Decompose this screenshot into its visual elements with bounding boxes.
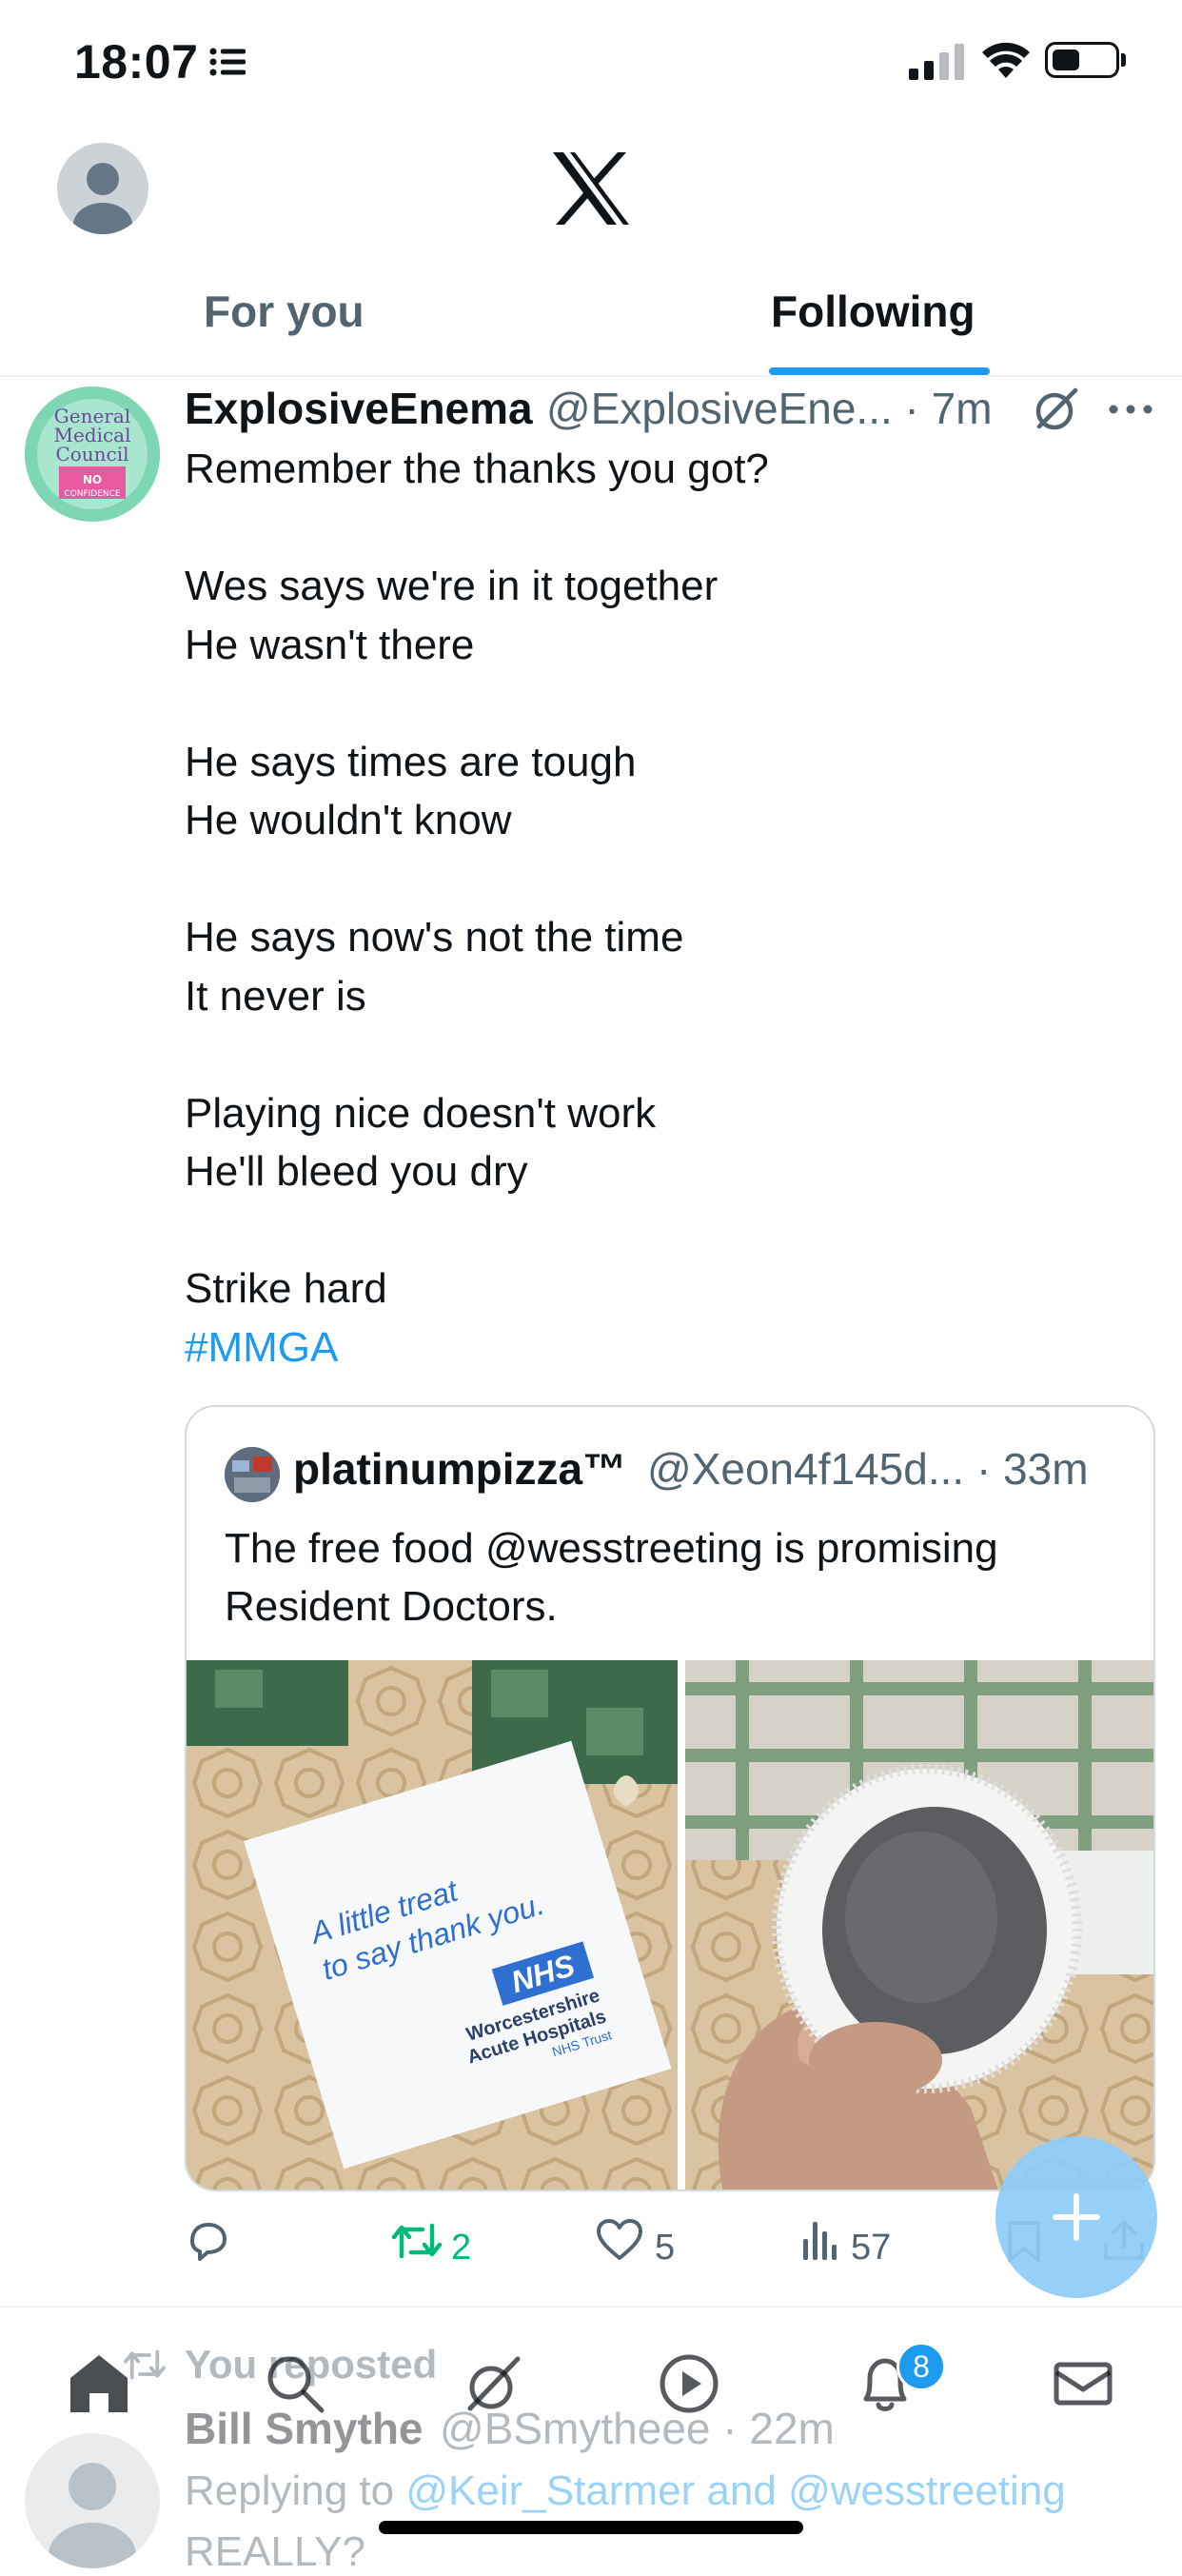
more-options-icon[interactable] xyxy=(1108,404,1153,415)
reply-icon xyxy=(190,2223,227,2261)
next-tweet-avatar[interactable] xyxy=(25,2433,160,2568)
like-count: 5 xyxy=(655,2228,676,2268)
replying-prefix: Replying to xyxy=(185,2467,395,2514)
tweet-author-name[interactable]: ExplosiveEnema xyxy=(185,383,533,434)
divider xyxy=(0,375,1182,377)
cell-signal-icon xyxy=(909,44,964,80)
repost-icon xyxy=(391,2223,443,2259)
quoted-time: · 33m xyxy=(975,1444,1089,1494)
media-icon[interactable] xyxy=(657,2351,721,2416)
home-icon[interactable] xyxy=(67,2351,131,2416)
battery-icon xyxy=(1045,42,1119,78)
views-icon xyxy=(803,2222,837,2260)
tweet-author-handle[interactable]: @ExplosiveEne... · 7m xyxy=(546,383,993,434)
tweet-author-avatar[interactable]: General Medical Council NO CONFIDENCE xyxy=(25,386,160,522)
quoted-author-name: platinumpizza™ xyxy=(293,1444,627,1494)
messages-icon[interactable] xyxy=(1051,2351,1115,2416)
thank-you-card-photo: A little treat to say thank you. NHS Wor… xyxy=(187,1660,678,2190)
tab-following[interactable]: Following xyxy=(771,286,975,337)
compose-button[interactable] xyxy=(995,2136,1157,2298)
views-button[interactable]: 57 xyxy=(801,2218,891,2271)
status-time: 18:07 xyxy=(74,35,199,89)
quoted-avatar-art xyxy=(225,1447,280,1502)
tweet-text: Remember the thanks you got? Wes says we… xyxy=(185,440,1136,1377)
quoted-author-avatar xyxy=(225,1447,280,1502)
hashtag-link[interactable]: #MMGA xyxy=(185,1324,338,1371)
tab-for-you[interactable]: For you xyxy=(204,286,364,337)
next-tweet-time: · 22m xyxy=(722,2404,835,2453)
avatar-line-4: NO xyxy=(83,473,102,486)
battery-nub xyxy=(1121,53,1126,67)
media-image-teabag[interactable] xyxy=(685,1660,1153,2190)
reply-button[interactable] xyxy=(185,2218,230,2273)
search-icon[interactable] xyxy=(263,2351,327,2416)
grok-icon[interactable] xyxy=(1032,385,1081,434)
profile-avatar[interactable] xyxy=(57,143,148,234)
active-tab-indicator xyxy=(769,367,990,375)
default-avatar-icon xyxy=(49,2463,136,2568)
quoted-handle-text: @Xeon4f145d... xyxy=(647,1444,965,1494)
tweet-time: · 7m xyxy=(904,384,993,433)
quoted-tweet-text: The free food @wesstreeting is promising… xyxy=(225,1525,998,1630)
view-count: 57 xyxy=(851,2228,892,2268)
repost-count: 2 xyxy=(451,2228,472,2268)
x-logo-icon[interactable] xyxy=(550,150,632,227)
focus-list-icon xyxy=(209,48,246,76)
like-button[interactable]: 5 xyxy=(596,2218,675,2271)
default-avatar-icon xyxy=(73,163,132,234)
wifi-icon xyxy=(982,42,1030,78)
replying-mentions[interactable]: @Keir_Starmer and @wesstreeting xyxy=(405,2467,1065,2514)
handle-text: @ExplosiveEne... xyxy=(546,384,893,433)
replying-to-line: Replying to @Keir_Starmer and @wesstreet… xyxy=(185,2467,1066,2515)
grok-icon[interactable] xyxy=(461,2351,525,2416)
media-image-thank-you-card[interactable]: A little treat to say thank you. NHS Wor… xyxy=(187,1660,678,2190)
quoted-tweet-card[interactable]: platinumpizza™ @Xeon4f145d... · 33m The … xyxy=(185,1405,1155,2191)
gmc-avatar-art: General Medical Council NO CONFIDENCE xyxy=(25,386,160,522)
divider xyxy=(0,2306,1182,2308)
quoted-author-handle: @Xeon4f145d... · 33m xyxy=(647,1443,1089,1495)
tweet-body: Remember the thanks you got? Wes says we… xyxy=(185,446,769,1312)
plus-icon xyxy=(1053,2193,1100,2241)
notification-badge: 8 xyxy=(896,2342,946,2391)
home-indicator[interactable] xyxy=(379,2521,803,2534)
avatar-line-5: CONFIDENCE xyxy=(64,489,121,499)
avatar-line-3: Council xyxy=(55,443,128,466)
heart-icon xyxy=(597,2219,642,2260)
teabag-photo xyxy=(685,1660,1153,2190)
repost-button[interactable]: 2 xyxy=(390,2218,471,2273)
next-tweet-text: REALLY? xyxy=(185,2528,365,2575)
